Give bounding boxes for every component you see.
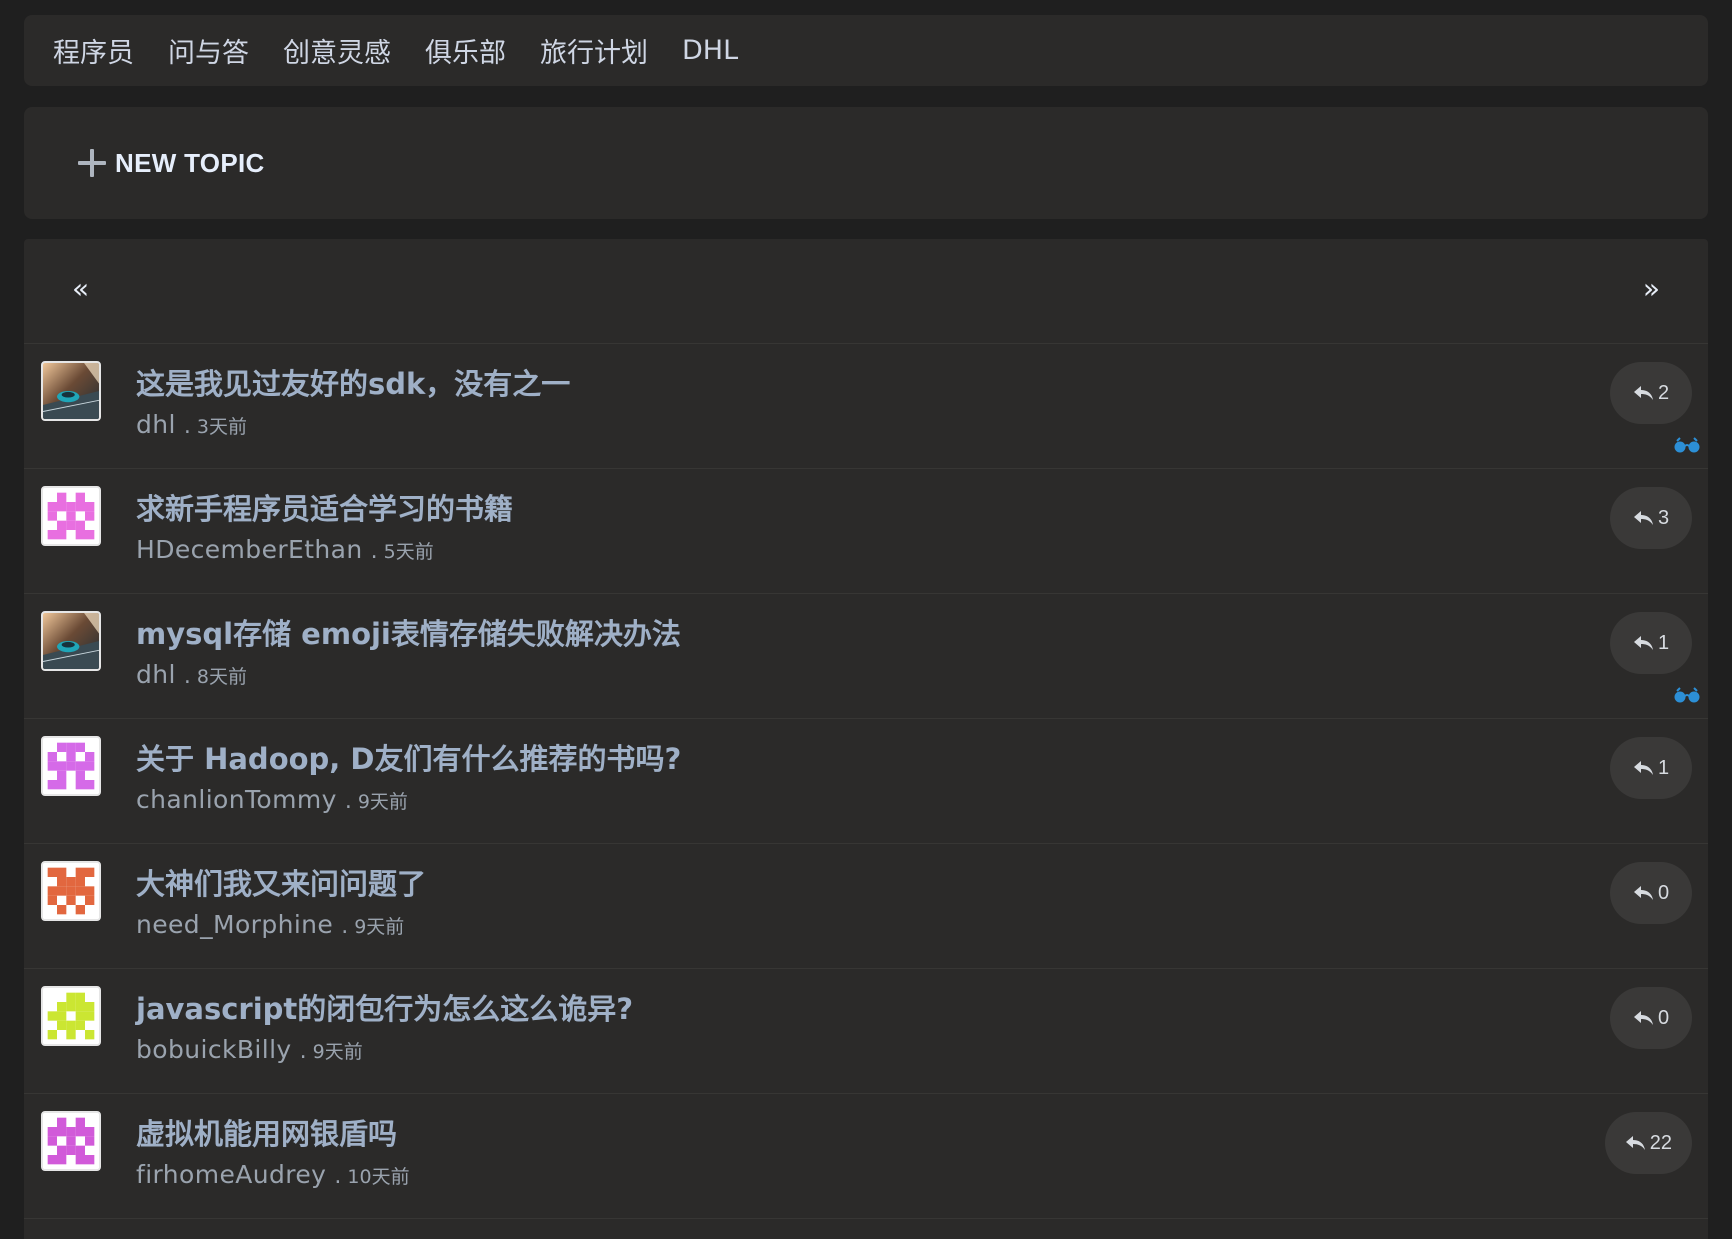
reply-count-button[interactable]: 0	[1610, 987, 1692, 1049]
topic-meta: need_Morphine. 9天前	[136, 910, 404, 939]
reply-count: 0	[1657, 881, 1670, 904]
nav-item-creative[interactable]: 创意灵感	[283, 31, 391, 70]
user-avatar[interactable]	[41, 486, 101, 546]
author-link[interactable]: dhl	[136, 660, 176, 689]
post-time: 10天前	[347, 1166, 410, 1188]
author-link[interactable]: chanlionTommy	[136, 785, 337, 814]
user-avatar[interactable]	[41, 736, 101, 796]
topic-meta: dhl. 3天前	[136, 410, 247, 439]
nav-item-programmer[interactable]: 程序员	[53, 31, 134, 70]
pagination: « »	[24, 239, 1708, 344]
post-time: 8天前	[196, 666, 247, 688]
user-avatar[interactable]	[41, 986, 101, 1046]
post-time: 9天前	[357, 791, 408, 813]
meta-separator: .	[344, 789, 352, 814]
meta-separator: .	[334, 1164, 342, 1189]
reply-icon	[1625, 1134, 1647, 1152]
topic-row: 求新手程序员适合学习的书籍 HDecemberEthan. 5天前 3	[24, 469, 1708, 594]
topic-meta: chanlionTommy. 9天前	[136, 785, 408, 814]
nav-item-travel[interactable]: 旅行计划	[540, 31, 648, 70]
meta-separator: .	[299, 1039, 307, 1064]
reply-count-button[interactable]: 3	[1610, 487, 1692, 549]
nav-item-dhl[interactable]: DHL	[682, 35, 738, 66]
author-link[interactable]: HDecemberEthan	[136, 535, 363, 564]
topic-title-link[interactable]: 虚拟机能用网银盾吗	[136, 1111, 397, 1153]
reply-icon	[1633, 384, 1655, 402]
reply-count: 3	[1657, 506, 1670, 529]
reply-count: 2	[1657, 381, 1670, 404]
topic-row: 这是我见过友好的sdk，没有之一 dhl. 3天前 2	[24, 344, 1708, 469]
post-time: 9天前	[312, 1041, 363, 1063]
topic-meta: firhomeAudrey. 10天前	[136, 1160, 410, 1189]
plus-icon	[78, 149, 106, 177]
topic-title-link[interactable]: 求新手程序员适合学习的书籍	[136, 486, 513, 528]
post-time: 9天前	[354, 916, 405, 938]
topic-title-link[interactable]: javascript的闭包行为怎么这么诡异?	[136, 986, 633, 1028]
topic-meta: dhl. 8天前	[136, 660, 247, 689]
reply-count: 1	[1657, 631, 1670, 654]
reply-count-button[interactable]: 2	[1610, 362, 1692, 424]
prev-page-button[interactable]: «	[72, 272, 89, 305]
author-link[interactable]: bobuickBilly	[136, 1035, 292, 1064]
category-nav: 程序员 问与答 创意灵感 俱乐部 旅行计划 DHL	[24, 15, 1708, 86]
reply-icon	[1633, 759, 1655, 777]
topic-title-link[interactable]: 关于 Hadoop, D友们有什么推荐的书吗?	[136, 736, 681, 778]
topic-row: mysql存储 emoji表情存储失败解决办法 dhl. 8天前 1	[24, 594, 1708, 719]
author-link[interactable]: need_Morphine	[136, 910, 333, 939]
meta-separator: .	[183, 664, 191, 689]
reply-icon	[1633, 884, 1655, 902]
topic-row: 关于 Hadoop, D友们有什么推荐的书吗? chanlionTommy. 9天前…	[24, 719, 1708, 844]
new-topic-label: NEW TOPIC	[115, 147, 265, 178]
topic-row: javascript的闭包行为怎么这么诡异? bobuickBilly. 9天前 0	[24, 969, 1708, 1094]
topic-row: 虚拟机能用网银盾吗 firhomeAudrey. 10天前 22	[24, 1094, 1708, 1219]
reply-count: 1	[1657, 756, 1670, 779]
topic-title-link[interactable]: 大神们我又来问问题了	[136, 861, 426, 903]
post-time: 5天前	[383, 541, 434, 563]
reply-count-button[interactable]: 1	[1610, 737, 1692, 799]
topic-list: « » 这是我见过友好的sdk，没有之一 dhl. 3天前 2 求新手程序员适合学习的书…	[24, 239, 1708, 1239]
watching-glasses-icon	[1674, 437, 1700, 453]
meta-separator: .	[341, 914, 349, 939]
new-topic-button[interactable]: NEW TOPIC	[78, 148, 265, 179]
reply-icon	[1633, 634, 1655, 652]
meta-separator: .	[183, 414, 191, 439]
topic-title-link[interactable]: 这是我见过友好的sdk，没有之一	[136, 361, 570, 403]
new-topic-panel: NEW TOPIC	[24, 107, 1708, 219]
user-avatar[interactable]	[41, 611, 101, 671]
topic-title-link[interactable]: mysql存储 emoji表情存储失败解决办法	[136, 611, 681, 653]
nav-item-club[interactable]: 俱乐部	[425, 31, 506, 70]
topic-meta: HDecemberEthan. 5天前	[136, 535, 434, 564]
user-avatar[interactable]	[41, 861, 101, 921]
author-link[interactable]: dhl	[136, 410, 176, 439]
watching-glasses-icon	[1674, 687, 1700, 703]
reply-count-button[interactable]: 1	[1610, 612, 1692, 674]
user-avatar[interactable]	[41, 1111, 101, 1171]
author-link[interactable]: firhomeAudrey	[136, 1160, 326, 1189]
reply-icon	[1633, 509, 1655, 527]
reply-count-button[interactable]: 22	[1604, 1112, 1692, 1174]
next-page-button[interactable]: »	[1643, 272, 1660, 305]
topic-meta: bobuickBilly. 9天前	[136, 1035, 363, 1064]
topic-row: 大神们我又来问问题了 need_Morphine. 9天前 0	[24, 844, 1708, 969]
reply-count-button[interactable]: 0	[1610, 862, 1692, 924]
reply-icon	[1633, 1009, 1655, 1027]
meta-separator: .	[370, 539, 378, 564]
post-time: 3天前	[196, 416, 247, 438]
nav-item-qna[interactable]: 问与答	[168, 31, 249, 70]
reply-count: 22	[1649, 1131, 1672, 1154]
reply-count: 0	[1657, 1006, 1670, 1029]
user-avatar[interactable]	[41, 361, 101, 421]
